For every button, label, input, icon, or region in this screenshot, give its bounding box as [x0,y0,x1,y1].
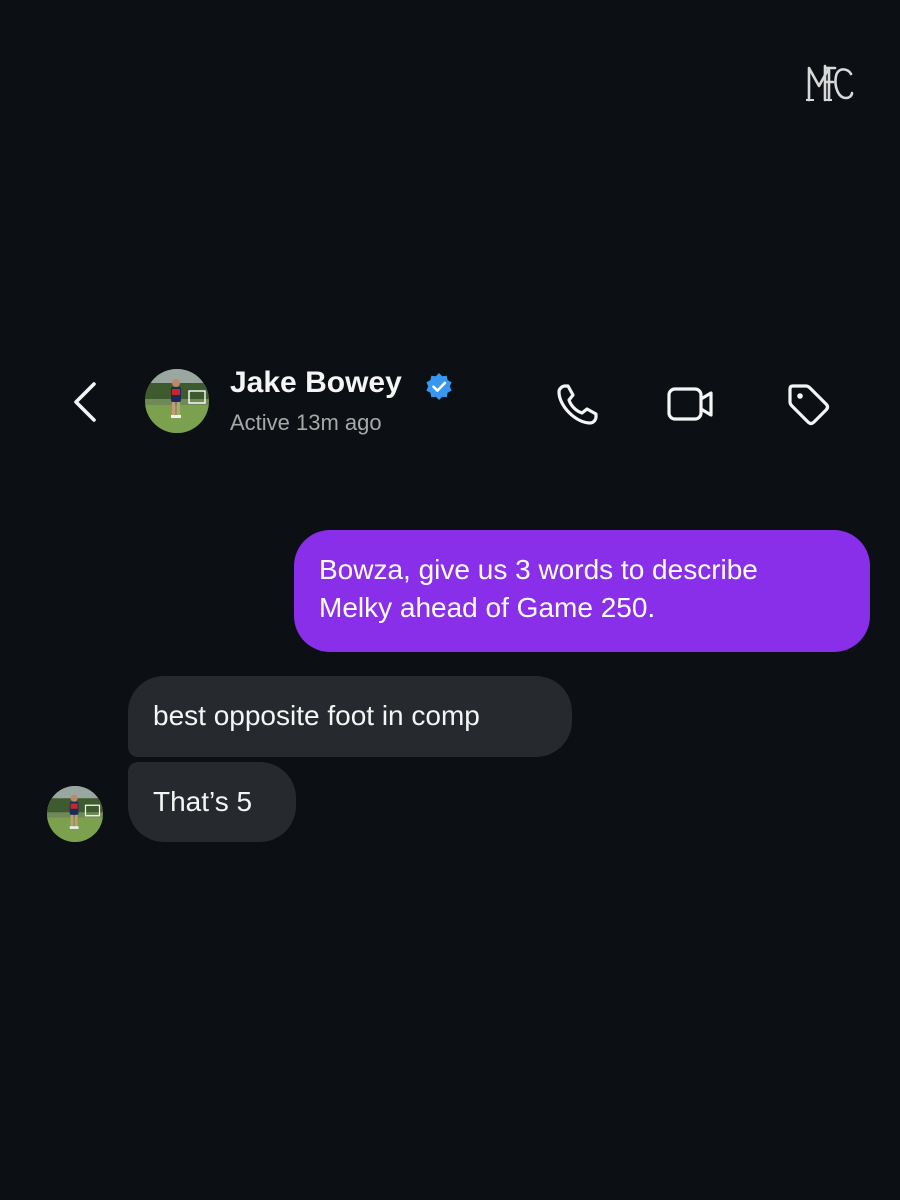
active-status: Active 13m ago [230,410,382,435]
message-line: Bowza, give us 3 words to describe [319,554,758,585]
sent-message[interactable]: Bowza, give us 3 words to describe Melky… [294,530,870,652]
message-line: Melky ahead of Game 250. [319,592,656,623]
verified-badge-icon [426,373,452,400]
avatar[interactable] [145,369,209,433]
chevron-left-icon[interactable] [66,378,106,426]
chat-header: Jake Bowey Active 13m ago [0,360,900,450]
phone-icon[interactable] [554,380,602,428]
tag-icon[interactable] [784,380,832,428]
contact-name[interactable]: Jake Bowey [230,366,402,400]
received-message[interactable]: best opposite foot in comp [128,676,572,757]
club-monogram-logo [806,64,854,102]
received-message[interactable]: That’s 5 [128,762,296,842]
sender-avatar[interactable] [47,786,103,842]
video-camera-icon[interactable] [666,380,714,428]
